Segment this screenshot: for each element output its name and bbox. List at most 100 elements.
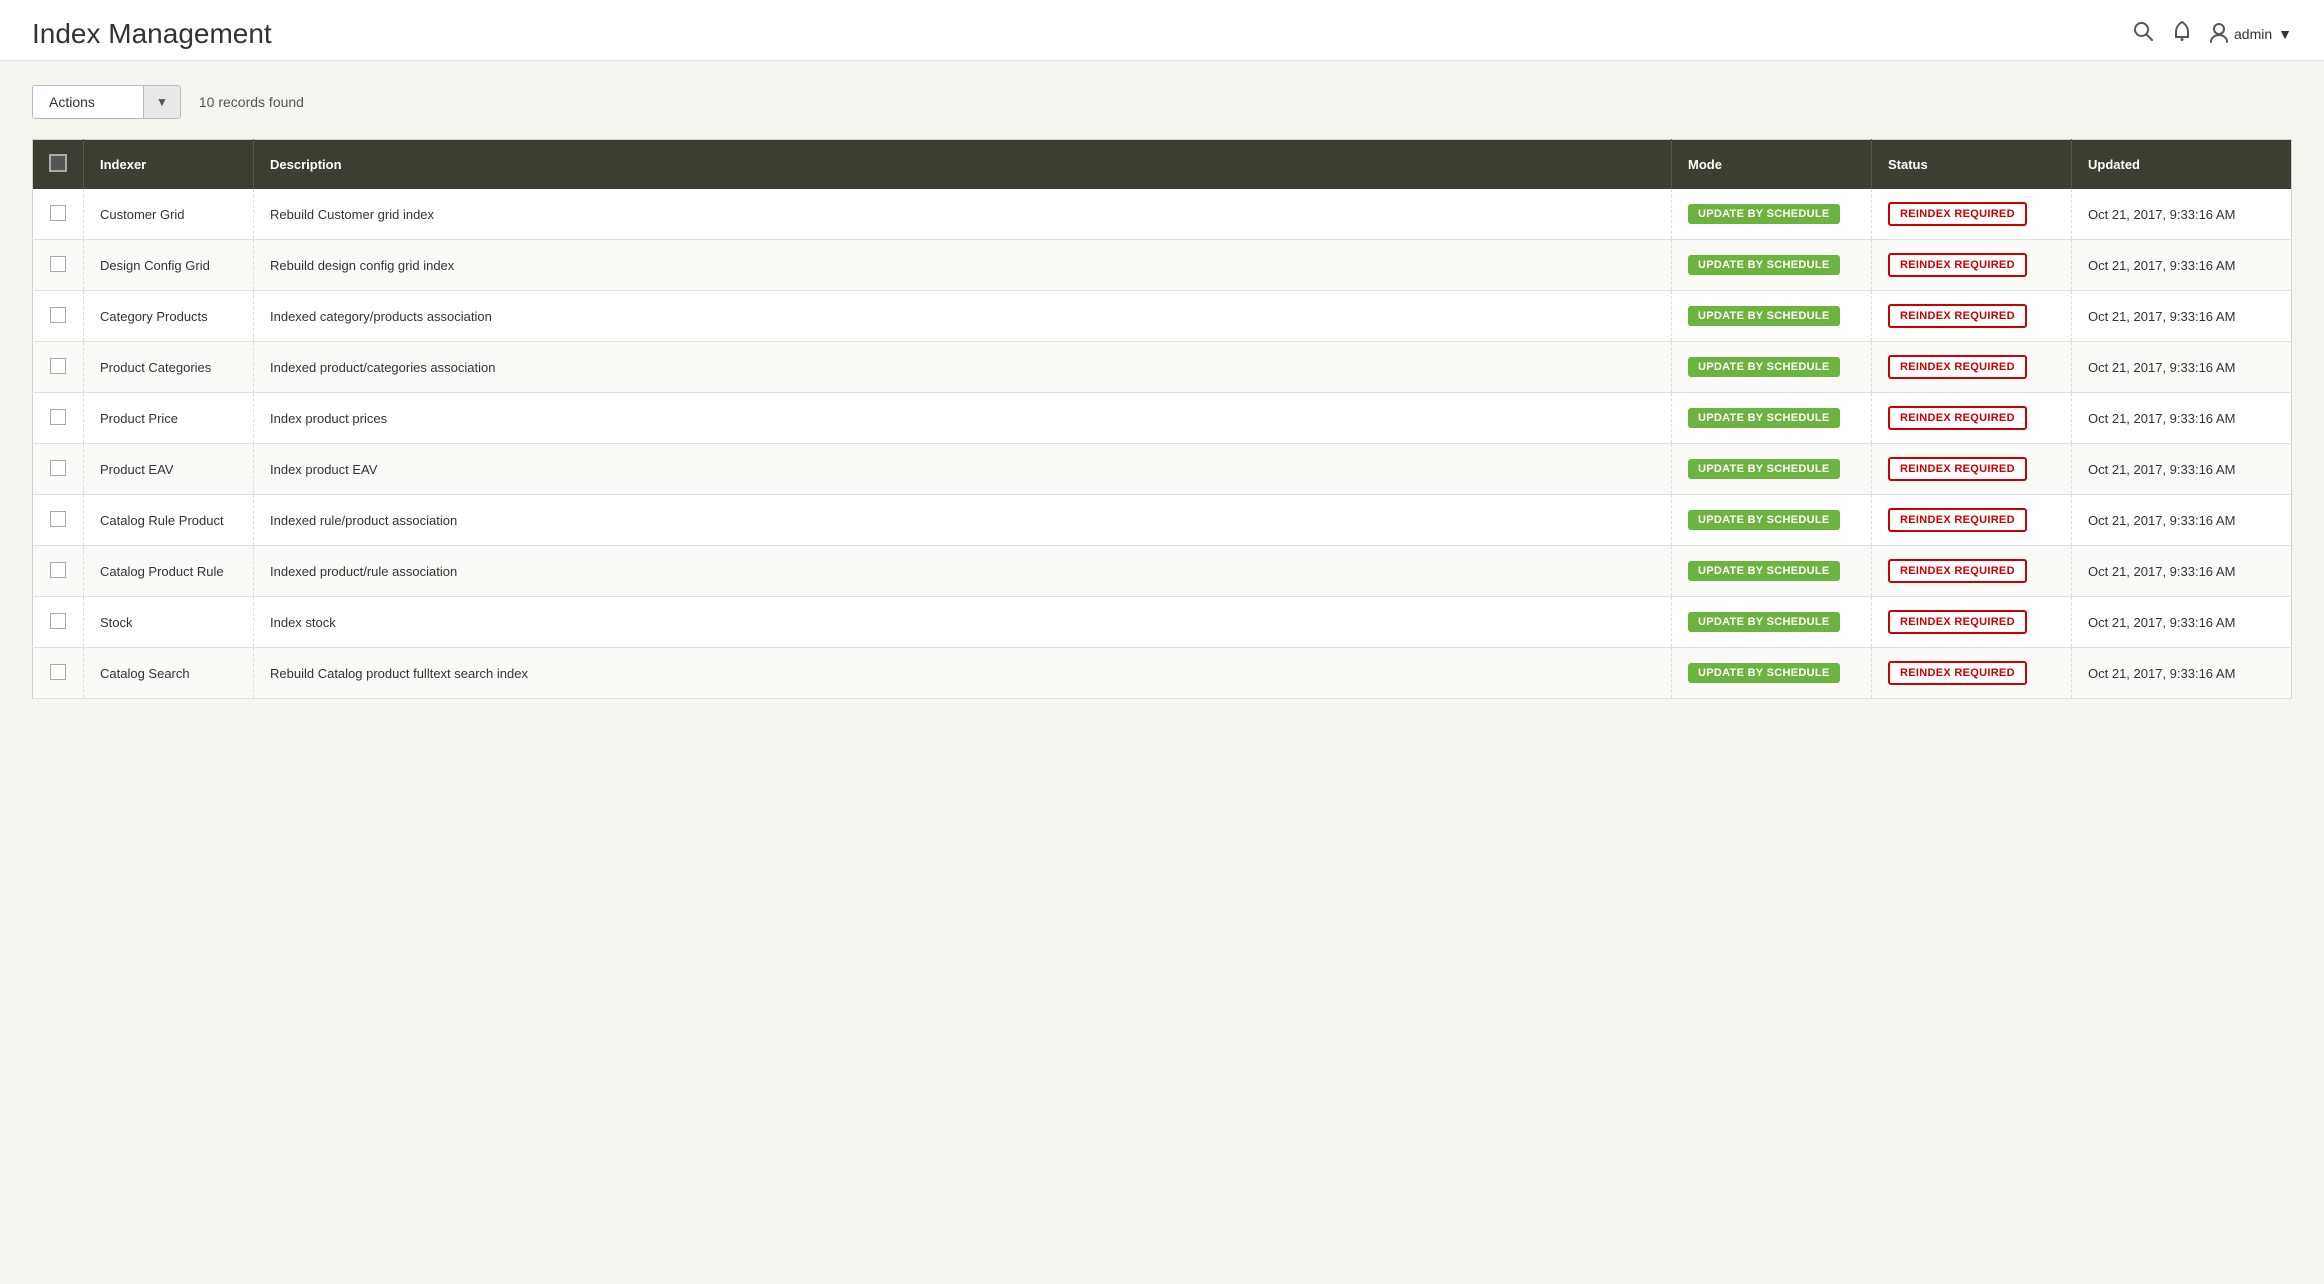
col-header-description: Description: [254, 140, 1672, 190]
actions-arrow-icon: ▼: [143, 86, 180, 118]
status-badge: REINDEX REQUIRED: [1888, 559, 2027, 583]
select-all-checkbox[interactable]: [49, 154, 67, 172]
row-checkbox-cell[interactable]: [33, 393, 84, 444]
row-indexer: Category Products: [84, 291, 254, 342]
row-checkbox[interactable]: [50, 511, 66, 527]
row-status: REINDEX REQUIRED: [1872, 342, 2072, 393]
row-indexer: Catalog Search: [84, 648, 254, 699]
table-row: StockIndex stockUPDATE BY SCHEDULEREINDE…: [33, 597, 2292, 648]
row-indexer: Catalog Rule Product: [84, 495, 254, 546]
mode-badge: UPDATE BY SCHEDULE: [1688, 612, 1840, 632]
row-description: Index product EAV: [254, 444, 1672, 495]
row-mode: UPDATE BY SCHEDULE: [1672, 597, 1872, 648]
row-checkbox[interactable]: [50, 460, 66, 476]
notification-icon[interactable]: [2172, 20, 2192, 48]
row-status: REINDEX REQUIRED: [1872, 291, 2072, 342]
row-updated: Oct 21, 2017, 9:33:16 AM: [2072, 495, 2292, 546]
table-row: Customer GridRebuild Customer grid index…: [33, 189, 2292, 240]
actions-label: Actions: [33, 86, 143, 118]
toolbar: Actions ▼ 10 records found: [32, 85, 2292, 119]
row-checkbox[interactable]: [50, 562, 66, 578]
status-badge: REINDEX REQUIRED: [1888, 508, 2027, 532]
row-checkbox[interactable]: [50, 307, 66, 323]
row-status: REINDEX REQUIRED: [1872, 495, 2072, 546]
row-checkbox-cell[interactable]: [33, 240, 84, 291]
table-header-row: Indexer Description Mode Status Updated: [33, 140, 2292, 190]
mode-badge: UPDATE BY SCHEDULE: [1688, 357, 1840, 377]
row-mode: UPDATE BY SCHEDULE: [1672, 240, 1872, 291]
row-status: REINDEX REQUIRED: [1872, 648, 2072, 699]
status-badge: REINDEX REQUIRED: [1888, 304, 2027, 328]
row-checkbox-cell[interactable]: [33, 444, 84, 495]
row-indexer: Catalog Product Rule: [84, 546, 254, 597]
row-updated: Oct 21, 2017, 9:33:16 AM: [2072, 648, 2292, 699]
page-title: Index Management: [32, 18, 272, 50]
table-row: Product PriceIndex product pricesUPDATE …: [33, 393, 2292, 444]
col-header-indexer: Indexer: [84, 140, 254, 190]
table-row: Category ProductsIndexed category/produc…: [33, 291, 2292, 342]
actions-dropdown[interactable]: Actions ▼: [32, 85, 181, 119]
row-checkbox-cell[interactable]: [33, 342, 84, 393]
row-description: Rebuild design config grid index: [254, 240, 1672, 291]
mode-badge: UPDATE BY SCHEDULE: [1688, 306, 1840, 326]
row-status: REINDEX REQUIRED: [1872, 393, 2072, 444]
row-checkbox-cell[interactable]: [33, 546, 84, 597]
row-checkbox-cell[interactable]: [33, 189, 84, 240]
mode-badge: UPDATE BY SCHEDULE: [1688, 561, 1840, 581]
table-row: Catalog Rule ProductIndexed rule/product…: [33, 495, 2292, 546]
status-badge: REINDEX REQUIRED: [1888, 355, 2027, 379]
row-mode: UPDATE BY SCHEDULE: [1672, 291, 1872, 342]
header-icons: admin ▼: [2132, 20, 2292, 48]
row-mode: UPDATE BY SCHEDULE: [1672, 342, 1872, 393]
mode-badge: UPDATE BY SCHEDULE: [1688, 510, 1840, 530]
row-updated: Oct 21, 2017, 9:33:16 AM: [2072, 189, 2292, 240]
status-badge: REINDEX REQUIRED: [1888, 457, 2027, 481]
main-content: Actions ▼ 10 records found Indexer Descr…: [0, 61, 2324, 723]
col-header-updated: Updated: [2072, 140, 2292, 190]
status-badge: REINDEX REQUIRED: [1888, 406, 2027, 430]
row-description: Index stock: [254, 597, 1672, 648]
row-checkbox-cell[interactable]: [33, 648, 84, 699]
row-updated: Oct 21, 2017, 9:33:16 AM: [2072, 444, 2292, 495]
row-checkbox[interactable]: [50, 409, 66, 425]
row-checkbox[interactable]: [50, 613, 66, 629]
status-badge: REINDEX REQUIRED: [1888, 253, 2027, 277]
mode-badge: UPDATE BY SCHEDULE: [1688, 204, 1840, 224]
row-updated: Oct 21, 2017, 9:33:16 AM: [2072, 546, 2292, 597]
mode-badge: UPDATE BY SCHEDULE: [1688, 459, 1840, 479]
table-row: Catalog Product RuleIndexed product/rule…: [33, 546, 2292, 597]
records-count: 10 records found: [199, 94, 304, 110]
row-checkbox[interactable]: [50, 664, 66, 680]
row-updated: Oct 21, 2017, 9:33:16 AM: [2072, 597, 2292, 648]
row-checkbox-cell[interactable]: [33, 291, 84, 342]
index-table: Indexer Description Mode Status Updated …: [32, 139, 2292, 699]
table-row: Catalog SearchRebuild Catalog product fu…: [33, 648, 2292, 699]
row-mode: UPDATE BY SCHEDULE: [1672, 393, 1872, 444]
search-icon[interactable]: [2132, 20, 2154, 48]
col-header-status: Status: [1872, 140, 2072, 190]
row-checkbox[interactable]: [50, 256, 66, 272]
row-checkbox-cell[interactable]: [33, 597, 84, 648]
row-updated: Oct 21, 2017, 9:33:16 AM: [2072, 291, 2292, 342]
table-row: Design Config GridRebuild design config …: [33, 240, 2292, 291]
row-mode: UPDATE BY SCHEDULE: [1672, 546, 1872, 597]
row-checkbox-cell[interactable]: [33, 495, 84, 546]
select-all-column[interactable]: [33, 140, 84, 190]
row-indexer: Customer Grid: [84, 189, 254, 240]
row-description: Indexed rule/product association: [254, 495, 1672, 546]
row-mode: UPDATE BY SCHEDULE: [1672, 444, 1872, 495]
table-wrapper: Indexer Description Mode Status Updated …: [32, 139, 2292, 699]
row-status: REINDEX REQUIRED: [1872, 240, 2072, 291]
row-description: Indexed category/products association: [254, 291, 1672, 342]
row-checkbox[interactable]: [50, 358, 66, 374]
mode-badge: UPDATE BY SCHEDULE: [1688, 663, 1840, 683]
page-header: Index Management admin ▼: [0, 0, 2324, 61]
row-checkbox[interactable]: [50, 205, 66, 221]
row-description: Index product prices: [254, 393, 1672, 444]
user-label: admin: [2234, 26, 2272, 42]
mode-badge: UPDATE BY SCHEDULE: [1688, 408, 1840, 428]
mode-badge: UPDATE BY SCHEDULE: [1688, 255, 1840, 275]
row-status: REINDEX REQUIRED: [1872, 444, 2072, 495]
row-indexer: Product EAV: [84, 444, 254, 495]
user-menu[interactable]: admin ▼: [2210, 23, 2292, 46]
